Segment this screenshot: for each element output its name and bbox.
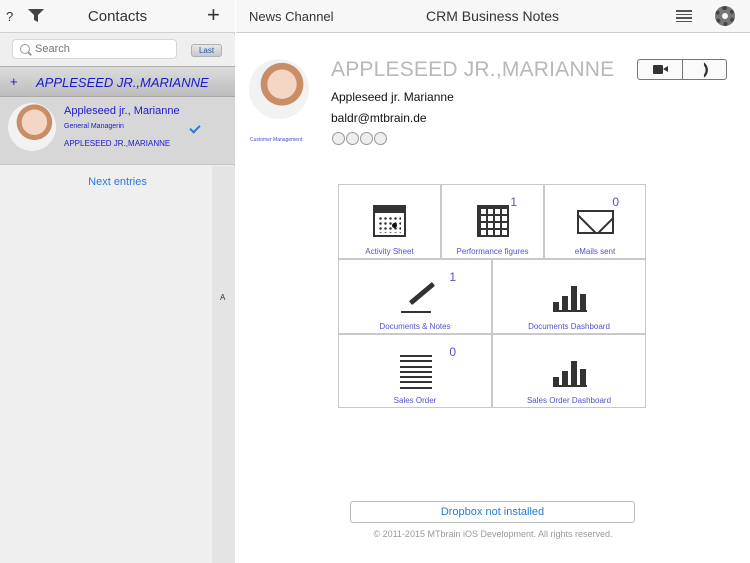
phone-icon (696, 62, 712, 78)
tile-label: Activity Sheet (365, 247, 414, 256)
profile-name: Appleseed jr. Marianne (331, 90, 454, 104)
dropbox-button[interactable]: Dropbox not installed (350, 501, 635, 523)
copyright-text: © 2011-2015 MTbrain iOS Development. All… (373, 529, 613, 539)
video-call-button[interactable] (638, 60, 683, 79)
add-contact-button[interactable]: + (207, 4, 220, 26)
detail-header: News Channel CRM Business Notes (236, 0, 750, 33)
list-lines-icon (400, 355, 432, 389)
tile-count: 1 (449, 270, 456, 284)
contact-company: APPLESEED JR.,MARIANNE (64, 139, 171, 148)
tile-label: Sales Order Dashboard (526, 396, 612, 405)
tile-count: 1 (510, 195, 517, 209)
contacts-panel: ? Contacts + Last + APPLESEED JR.,MARIAN… (0, 0, 235, 563)
group-name: APPLESEED JR.,MARIANNE (36, 75, 209, 90)
alphabet-index-letter[interactable]: A (220, 293, 225, 302)
tile-label: Documents Dashboard (528, 322, 610, 331)
profile-email[interactable]: baldr@mtbrain.de (331, 111, 427, 125)
rating-circle[interactable] (374, 132, 387, 145)
group-expand-icon[interactable]: + (10, 74, 18, 89)
group-header[interactable]: + APPLESEED JR.,MARIANNE (0, 66, 235, 97)
contacts-title: Contacts (87, 8, 148, 25)
sales-order-tile[interactable]: 0 Sales Order (338, 334, 492, 408)
phone-call-button[interactable] (683, 60, 726, 79)
contact-name: Appleseed jr., Marianne (64, 105, 180, 117)
tile-label: Sales Order (393, 396, 437, 405)
tile-label: Documents & Notes (379, 322, 451, 331)
contacts-header: ? Contacts + (0, 0, 235, 33)
contact-role: General Managerin (64, 123, 124, 130)
bar-chart-icon (553, 280, 587, 312)
pen-icon (399, 282, 433, 314)
performance-figures-tile[interactable]: 1 Performance figures (441, 184, 544, 259)
documents-dashboard-tile[interactable]: Documents Dashboard (492, 259, 646, 334)
calendar-icon (373, 205, 406, 237)
search-input[interactable] (12, 39, 177, 59)
tile-label: Performance figures (456, 247, 529, 256)
alphabet-index[interactable]: A (212, 166, 235, 563)
gear-icon[interactable] (715, 6, 735, 26)
bar-chart-icon (553, 355, 587, 387)
profile-avatar[interactable] (249, 59, 309, 119)
tile-label: eMails sent (574, 247, 616, 256)
search-icon (20, 44, 30, 54)
tile-count: 0 (449, 345, 456, 359)
video-camera-icon (653, 65, 668, 74)
rating-circle[interactable] (346, 132, 359, 145)
envelope-icon (577, 210, 614, 234)
emails-sent-tile[interactable]: 0 eMails sent (544, 184, 646, 259)
menu-list-icon[interactable] (676, 10, 692, 22)
activity-sheet-tile[interactable]: Activity Sheet (338, 184, 441, 259)
rating-circle[interactable] (360, 132, 373, 145)
tile-count: 0 (612, 195, 619, 209)
news-channel-button[interactable]: News Channel (249, 9, 334, 24)
contact-avatar (8, 103, 56, 151)
documents-notes-tile[interactable]: 1 Documents & Notes (338, 259, 492, 334)
sales-order-dashboard-tile[interactable]: Sales Order Dashboard (492, 334, 646, 408)
checkmark-icon (189, 122, 201, 134)
call-buttons (637, 59, 727, 80)
rating-stars[interactable] (332, 132, 388, 150)
next-entries-link[interactable]: Next entries (0, 176, 235, 188)
search-bar: Last (0, 34, 235, 66)
contact-list-item[interactable]: Appleseed jr., Marianne General Manageri… (0, 97, 235, 165)
grid-icon (477, 205, 509, 237)
last-button[interactable]: Last (191, 44, 222, 57)
rating-circle[interactable] (332, 132, 345, 145)
app-title: CRM Business Notes (426, 8, 560, 24)
profile-department: Customer Management (250, 137, 303, 143)
profile-display-name: APPLESEED JR.,MARIANNE (331, 58, 615, 81)
